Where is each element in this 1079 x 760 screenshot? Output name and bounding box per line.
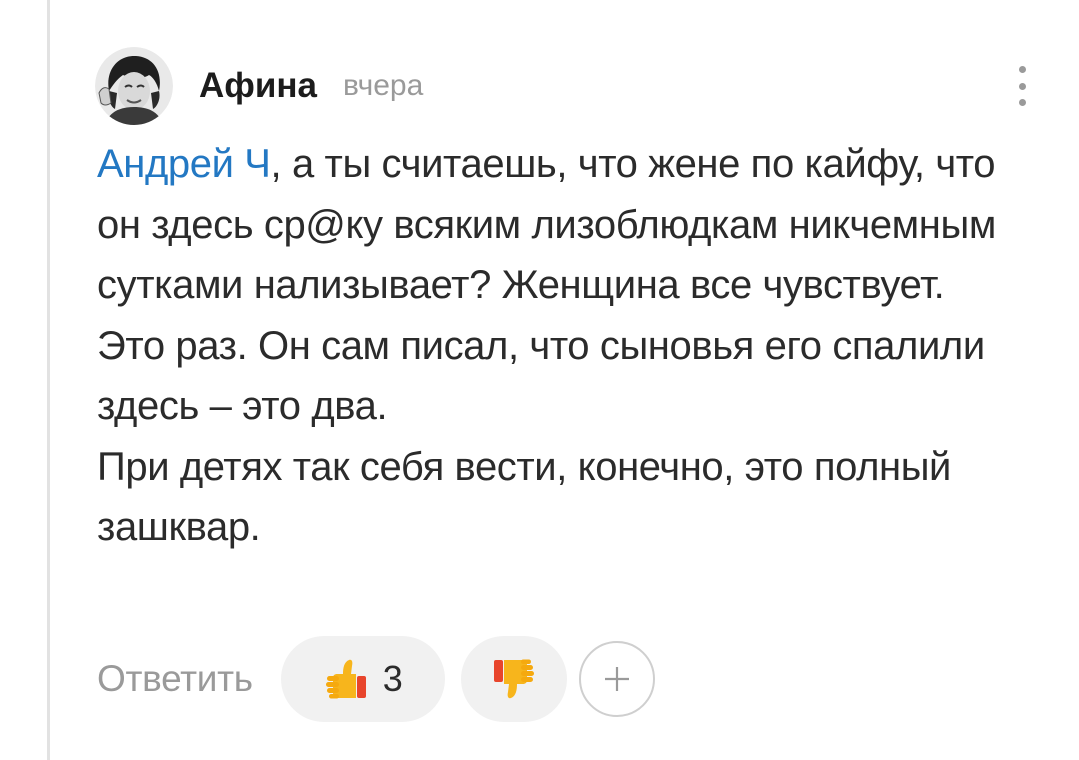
comment-page: Афина вчера Андрей Ч, а ты считаешь, что… (0, 0, 1079, 760)
avatar-image (95, 47, 173, 125)
kebab-menu-icon (1018, 66, 1026, 73)
dislike-button[interactable] (460, 636, 567, 722)
thumbs-down-icon (493, 659, 534, 699)
comment-time: вчера (343, 69, 424, 102)
like-button[interactable]: 3 (280, 636, 445, 722)
more-options-button[interactable] (1008, 66, 1036, 106)
comment-header: Афина вчера (95, 47, 423, 125)
comment-paragraph-2: При детях так себя вести, конечно, это п… (97, 444, 951, 550)
avatar[interactable] (95, 47, 173, 125)
comment-actions: Ответить 3 (97, 636, 655, 722)
plus-icon (604, 667, 629, 691)
kebab-dot (1018, 82, 1026, 90)
add-reaction-button[interactable] (578, 641, 655, 717)
author-name[interactable]: Афина (199, 66, 317, 106)
kebab-dot (1018, 99, 1026, 106)
mention-link[interactable]: Андрей Ч (97, 142, 271, 186)
comment-body: Андрей Ч, а ты считаешь, что жене по кай… (97, 134, 997, 558)
comment-paragraph: Андрей Ч, а ты считаешь, что жене по кай… (97, 134, 997, 437)
reply-button[interactable]: Ответить (97, 658, 253, 700)
like-count: 3 (382, 658, 403, 699)
thread-line (47, 0, 50, 760)
thumbs-up-icon (325, 659, 366, 699)
